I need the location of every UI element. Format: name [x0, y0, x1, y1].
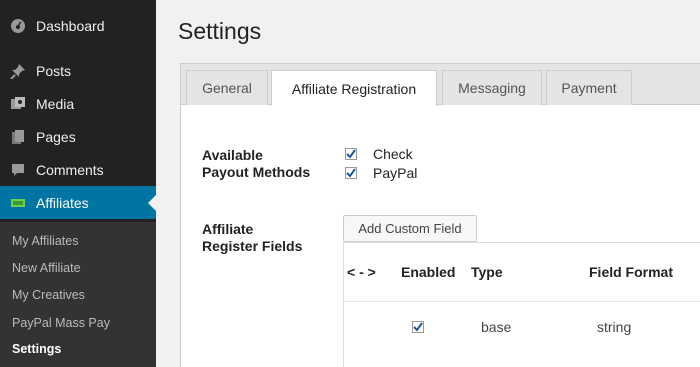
checkmark-icon	[413, 322, 423, 332]
add-custom-field-button[interactable]: Add Custom Field	[343, 215, 477, 242]
submenu-paypal-mass-pay[interactable]: PayPal Mass Pay	[12, 316, 110, 330]
submenu-my-affiliates[interactable]: My Affiliates	[12, 234, 78, 248]
submenu-new-affiliate[interactable]: New Affiliate	[12, 261, 81, 275]
pages-icon	[9, 128, 27, 146]
custom-fields-table	[343, 242, 700, 367]
column-header-type: Type	[471, 264, 503, 280]
tab-messaging[interactable]: Messaging	[442, 70, 542, 105]
comment-icon	[9, 161, 27, 179]
menu-label-comments: Comments	[36, 161, 104, 178]
affiliates-submenu: My Affiliates New Affiliate My Creatives…	[0, 222, 156, 367]
row-enabled-checkbox[interactable]	[412, 321, 424, 333]
column-header-enabled: Enabled	[401, 264, 456, 280]
menu-item-dashboard[interactable]: Dashboard	[0, 9, 156, 42]
submenu-settings[interactable]: Settings	[12, 342, 61, 356]
row-field-format: string	[597, 319, 632, 335]
paypal-checkbox[interactable]	[345, 167, 357, 179]
payout-label-line2: Payout Methods	[202, 164, 311, 180]
table-divider	[344, 301, 700, 302]
submenu-my-creatives[interactable]: My Creatives	[12, 288, 85, 302]
admin-sidebar: Dashboard Posts Media Pages Comments Aff…	[0, 0, 156, 367]
menu-item-media[interactable]: Media	[0, 87, 156, 120]
pin-icon	[9, 62, 27, 80]
check-label: Check	[373, 146, 413, 162]
menu-item-comments[interactable]: Comments	[0, 153, 156, 186]
register-label-line2: Register Fields	[202, 238, 303, 254]
tab-payment[interactable]: Payment	[546, 70, 632, 105]
tab-general[interactable]: General	[186, 70, 268, 105]
menu-label-posts: Posts	[36, 62, 72, 79]
check-checkbox[interactable]	[345, 148, 357, 160]
column-header-order: < - >	[347, 264, 376, 280]
active-arrow	[148, 195, 156, 211]
menu-item-affiliates[interactable]: Affiliates	[0, 186, 156, 219]
menu-label-pages: Pages	[36, 128, 76, 145]
menu-label-media: Media	[36, 95, 75, 112]
row-type: base	[481, 319, 512, 335]
menu-label-dashboard: Dashboard	[36, 17, 105, 34]
tab-affiliate-registration[interactable]: Affiliate Registration	[271, 70, 437, 106]
media-icon	[9, 95, 27, 113]
checkmark-icon	[346, 149, 356, 159]
money-icon	[9, 194, 27, 212]
menu-item-pages[interactable]: Pages	[0, 120, 156, 153]
checkmark-icon	[346, 168, 356, 178]
dashboard-icon	[9, 17, 27, 35]
column-header-field-format: Field Format	[589, 264, 674, 280]
menu-label-affiliates: Affiliates	[36, 194, 89, 211]
payout-methods-label: Available Payout Methods	[202, 147, 310, 181]
register-label-line1: Affiliate	[202, 221, 254, 237]
register-fields-label: Affiliate Register Fields	[202, 221, 302, 255]
paypal-label: PayPal	[373, 165, 418, 181]
page-title: Settings	[178, 18, 262, 44]
menu-item-posts[interactable]: Posts	[0, 54, 156, 87]
payout-label-line1: Available	[202, 147, 263, 163]
